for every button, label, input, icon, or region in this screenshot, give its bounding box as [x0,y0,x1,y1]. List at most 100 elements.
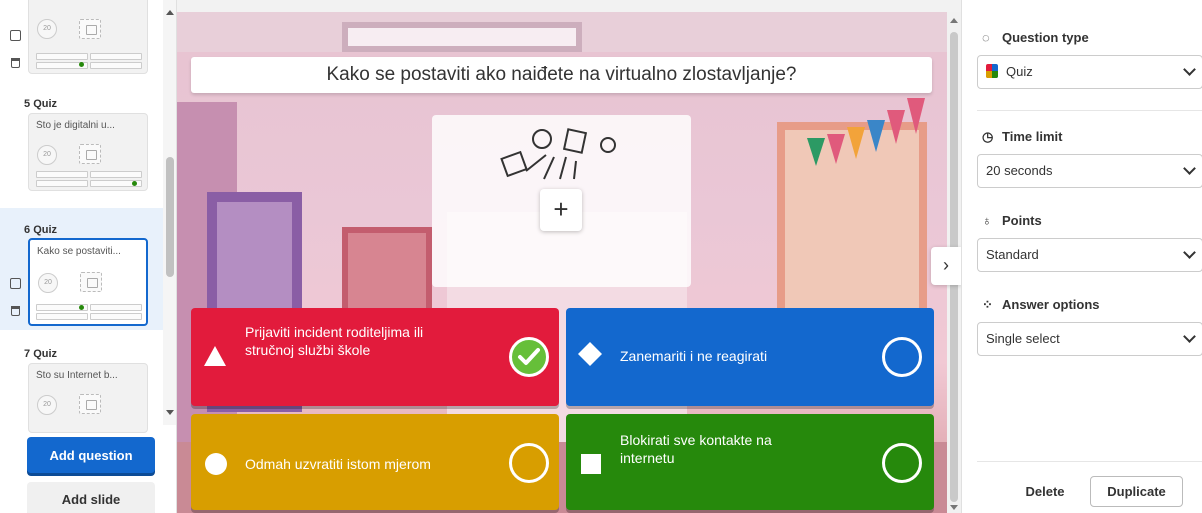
mini-timer: 20 [37,19,57,39]
shapes-icon: ◌ [982,30,990,45]
select-value: Single select [986,331,1060,346]
answer-option-4[interactable]: Blokirati sve kontakte na internetu [566,414,934,510]
mini-answer [90,53,142,60]
add-media-button[interactable]: + [540,189,582,231]
mini-answer [90,313,142,320]
slide-heading: 5 Quiz [24,98,57,110]
delete-button[interactable]: Delete [1010,476,1080,506]
question-title-input[interactable]: Kako se postaviti ako naiđete na virtual… [191,57,932,93]
time-limit-select[interactable]: 20 seconds [977,154,1202,188]
points-label: ♁ Points [982,213,1042,228]
label-text: Points [1002,213,1042,228]
bunting-flag [807,138,825,166]
add-slide-button[interactable]: Add slide [27,482,155,513]
mini-answer [36,171,88,178]
slide-thumbnail[interactable]: Što je digitalni u... 20 [28,113,148,191]
bunting-flag [847,127,865,159]
slide-item-6[interactable]: 6 Quiz Kako se postaviti... 20 [0,208,163,330]
correct-check-icon[interactable] [509,337,549,377]
slide-thumbnail[interactable]: 20 [28,0,148,74]
answer-text-line: Zanemariti i ne reagirati [620,348,768,364]
duplicate-icon[interactable] [10,30,21,41]
answer-text-line: internetu [620,450,675,466]
chevron-down-icon [1183,330,1196,343]
circle-icon [205,453,227,475]
correct-dot [132,181,137,186]
mini-answer [36,53,88,60]
mini-answer [90,304,142,311]
divider [977,461,1202,462]
media-upload-area[interactable]: + [432,115,691,287]
collapse-panel-button[interactable]: › [931,247,961,285]
bunting-flag [887,110,905,144]
mark-correct-toggle[interactable] [509,443,549,483]
slide-thumbnail[interactable]: Što su Internet b... 20 [28,363,148,433]
time-limit-label: ◷ Time limit [982,129,1062,145]
scroll-up-icon[interactable] [950,18,958,23]
mini-image-placeholder [79,144,101,164]
answer-text-line: Blokirati sve kontakte na [620,432,772,448]
mini-answer [36,313,88,320]
slide-item-7[interactable]: 7 Quiz Što su Internet b... 20 [0,332,163,433]
slide-heading: 7 Quiz [24,348,57,360]
slide-type: Quiz [33,348,58,360]
square-icon [581,454,601,474]
mark-correct-toggle[interactable] [882,443,922,483]
chevron-down-icon [1183,63,1196,76]
answer-option-3[interactable]: Odmah uzvratiti istom mjerom [191,414,559,510]
scroll-down-icon[interactable] [166,410,174,415]
slide-heading: 6 Quiz [24,224,57,236]
answer-text[interactable]: Prijaviti incident roditeljima ili struč… [245,323,423,359]
label-text: Question type [1002,30,1089,45]
trash-icon[interactable] [11,306,20,316]
answer-text-line: stručnoj službi škole [245,342,371,358]
question-type-select[interactable]: Quiz [977,55,1202,89]
duplicate-button[interactable]: Duplicate [1090,476,1183,507]
chevron-down-icon [1183,246,1196,259]
grid-dots-icon: ⁘ [982,297,993,312]
select-value: 20 seconds [986,163,1053,178]
label-text: Time limit [1002,129,1063,144]
slide-type: Quiz [33,98,58,110]
slide-number: 7 [24,348,31,360]
scroll-up-icon[interactable] [166,10,174,15]
points-select[interactable]: Standard [977,238,1202,272]
quiz-type-icon [986,64,998,78]
scroll-down-icon[interactable] [950,505,958,510]
answer-text[interactable]: Blokirati sve kontakte na internetu [620,431,772,467]
mini-timer: 20 [37,145,57,165]
mini-image-placeholder [80,272,102,292]
answer-option-1[interactable]: Prijaviti incident roditeljima ili struč… [191,308,559,406]
answer-options-select[interactable]: Single select [977,322,1202,356]
diamond-icon [578,342,602,366]
answer-option-2[interactable]: Zanemariti i ne reagirati [566,308,934,406]
slide-item-5[interactable]: 5 Quiz Što je digitalni u... 20 [0,88,163,206]
select-value: Quiz [1006,64,1033,79]
slide-sidebar: 20 5 Quiz Što je digitalni u... 20 6 Qui… [0,0,177,513]
answer-text[interactable]: Odmah uzvratiti istom mjerom [245,455,431,473]
answer-text[interactable]: Zanemariti i ne reagirati [620,347,767,365]
sidebar-scrollbar[interactable] [163,0,176,425]
clock-icon: ◷ [982,129,994,144]
slide-thumbnail-active[interactable]: Kako se postaviti... 20 [28,238,148,326]
duplicate-icon[interactable] [10,278,21,289]
sidebar-scroll-thumb[interactable] [166,157,174,277]
slide-number: 5 [24,98,31,110]
slide-question-preview: Što je digitalni u... [36,120,115,131]
mini-answer [90,171,142,178]
mark-correct-toggle[interactable] [882,337,922,377]
correct-dot [79,305,84,310]
mini-answer [36,180,88,187]
mini-image-placeholder [79,19,101,39]
answer-options-label: ⁘ Answer options [982,297,1100,313]
add-question-button[interactable]: Add question [27,437,155,473]
answer-text-line: Odmah uzvratiti istom mjerom [245,456,431,472]
slide-question-preview: Što su Internet b... [36,370,118,381]
media-illustration-icon [500,128,616,180]
settings-panel: ◌ Question type Quiz ◷ Time limit 20 secon… [961,0,1202,513]
trash-icon[interactable] [11,58,20,68]
slide-item-4[interactable]: 20 [0,0,163,88]
mini-timer: 20 [38,273,58,293]
chevron-down-icon [1183,162,1196,175]
triangle-icon [204,346,226,366]
